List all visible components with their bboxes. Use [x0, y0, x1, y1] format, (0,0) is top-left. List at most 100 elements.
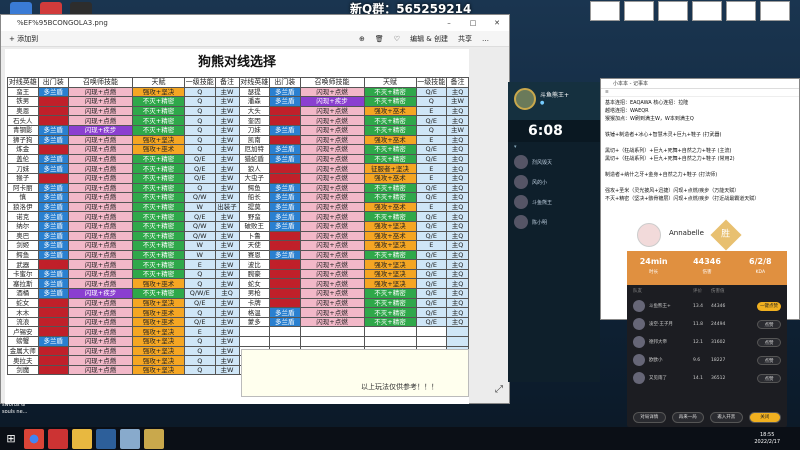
table-cell: 多兰剑: [269, 115, 301, 126]
edit-create-button[interactable]: 编辑 & 创建: [410, 31, 448, 46]
table-cell: 多兰盾: [269, 201, 301, 213]
friend-item[interactable]: 风的小: [508, 172, 600, 192]
close-icon[interactable]: ✕: [485, 15, 509, 31]
minimize-icon[interactable]: –: [437, 15, 461, 31]
delete-icon[interactable]: 🗑: [375, 31, 384, 46]
table-row: 盖伦 多兰盾 闪现+点燃 不灭+精密 Q/E 主W 猎蛇盾 多兰盾 闪现+点燃 不灭+精密 Q/E 主…: [7, 153, 469, 165]
notepad-line: 越塔连招：WAEQR: [605, 108, 649, 114]
maximize-icon[interactable]: □: [461, 15, 485, 31]
table-cell: 主W: [214, 307, 240, 318]
table-cell: 闪现+点燃: [68, 144, 133, 155]
table-cell: 强攻+坚决: [132, 345, 185, 357]
table-cell: 闪现+点燃: [299, 86, 365, 98]
table-cell: 闪现+点燃: [299, 134, 365, 146]
windows-start-icon[interactable]: ⊞: [0, 427, 22, 450]
notepad-body[interactable]: 基本连招：EAQAWA 核心连招：拉隆 越塔连招：WAEQR 猴猴加点：W刷到满主W…: [601, 97, 799, 205]
matchup-table: 对线英雄 出门装 召唤师技能 天赋 一级技能 备注 对线英雄 出门装 召唤师技能…: [7, 77, 469, 376]
friend-item[interactable]: 烈风毁灭: [508, 152, 600, 172]
table-cell: 闪现+点燃: [68, 297, 133, 309]
like-button[interactable]: 一键点赞: [757, 301, 781, 311]
header-cell: 天赋: [363, 77, 417, 88]
zoom-icon[interactable]: ⊕: [359, 31, 365, 46]
table-cell: 不灭+精密: [363, 124, 417, 136]
avatar: [633, 354, 645, 366]
table-cell: 不灭+精密: [132, 192, 185, 203]
table-cell: W: [184, 240, 216, 251]
table-cell: 流浪: [7, 316, 39, 328]
game-icon[interactable]: [144, 428, 164, 449]
table-cell: 不灭+精密: [132, 268, 185, 280]
system-clock[interactable]: 18:55 2022/2/17: [754, 432, 800, 446]
app-icon[interactable]: [48, 428, 68, 449]
table-cell: W: [184, 249, 216, 261]
table-cell: 强攻+巫术: [132, 316, 185, 328]
table-cell: 多兰盾: [269, 192, 301, 203]
table-cell: Q/E: [415, 220, 447, 232]
add-to-button[interactable]: + 添加到: [9, 31, 38, 46]
table-cell: 闪现+点燃: [68, 96, 133, 107]
table-cell: 慎: [7, 192, 39, 203]
table-cell: Q: [184, 355, 216, 366]
table-cell: Q/E: [415, 307, 447, 318]
table-cell: 不灭+精密: [132, 249, 185, 261]
table-cell: 鳄鱼: [7, 249, 39, 261]
table-cell: 石头人: [7, 115, 39, 126]
table-cell: 木木: [7, 307, 39, 318]
chrome-icon[interactable]: [24, 428, 44, 449]
table-cell: 强攻+巫术: [363, 230, 417, 242]
avatar[interactable]: [514, 88, 536, 110]
friend-item[interactable]: 陈小明: [508, 212, 600, 232]
table-cell: Q/E: [415, 153, 447, 165]
table-cell: 主W: [214, 297, 240, 309]
table-cell: 闪现+点燃: [68, 182, 133, 194]
table-cell: 多兰盾: [37, 134, 69, 146]
table-body: 蛮王 多兰盾 闪现+点燃 强攻+坚决 Q 主W 瑟提 多兰盾 闪现+点燃 不灭+精密 Q/E 主Q 铁男…: [7, 86, 469, 376]
notepad-menu[interactable]: ≡: [601, 89, 799, 97]
close-button[interactable]: 关闭: [748, 412, 781, 423]
table-cell: 腕豪: [238, 268, 270, 280]
table-cell: 主W: [446, 124, 469, 136]
table-cell: 多兰剑: [37, 96, 69, 107]
expand-icon[interactable]: ⤢: [495, 384, 503, 395]
like-button[interactable]: 点赞: [757, 373, 781, 383]
table-cell: Q: [184, 134, 216, 146]
table-cell: 多兰盾: [37, 220, 69, 232]
table-cell: Q/E: [415, 192, 447, 203]
table-cell: 野蛮: [238, 211, 270, 222]
more-icon[interactable]: …: [482, 31, 489, 46]
friends-section: ▾: [514, 144, 517, 150]
like-button[interactable]: 点赞: [757, 337, 781, 347]
table-cell: 蛇女: [238, 278, 270, 290]
table-cell: W: [184, 201, 216, 213]
favorite-icon[interactable]: ♡: [394, 31, 400, 46]
notepad-icon[interactable]: [120, 428, 140, 449]
friend-item[interactable]: 斗鱼熊王: [508, 192, 600, 212]
header-cell: 召唤师技能: [68, 77, 133, 88]
table-cell: [269, 336, 301, 347]
table-cell: 男枪: [238, 288, 270, 299]
table-cell: E: [184, 259, 216, 270]
player-name: 凌空·王子月: [649, 322, 673, 327]
invite-button[interactable]: 邀入开黑: [710, 412, 743, 423]
table-cell: E: [415, 172, 447, 184]
table-cell: 不灭+精密: [132, 240, 185, 251]
table-cell: Q/E: [184, 172, 216, 184]
like-button[interactable]: 点赞: [757, 355, 781, 365]
avatar: [633, 372, 645, 384]
game-client-panel: 斗鱼熊王+ ● 6:08 ▾ 烈风毁灭 风的小 斗鱼熊王 陈小明: [508, 82, 600, 382]
table-cell: 闪现+点燃: [68, 86, 133, 98]
table-cell: 蛮王: [7, 86, 39, 98]
share-button[interactable]: 共享: [458, 31, 472, 46]
like-button[interactable]: 点赞: [757, 319, 781, 329]
play-again-button[interactable]: 再来一局: [671, 412, 704, 423]
match-detail-button[interactable]: 对局详情: [633, 412, 666, 423]
table-row: 木木 多兰戒 闪现+点燃 强攻+巫术 Q 主W 格温 多兰盾 闪现+点燃 不灭+精密 Q/E 主Q: [7, 307, 469, 318]
table-cell: 主W: [214, 192, 240, 203]
table-cell: 武器: [7, 259, 39, 270]
folder-icon[interactable]: [72, 428, 92, 449]
photos-icon[interactable]: [96, 428, 116, 449]
table-cell: 多兰盾: [37, 163, 69, 174]
table-cell: 主Q: [446, 201, 469, 213]
table-cell: Q/E: [184, 153, 216, 165]
table-cell: 闪现+点燃: [68, 278, 133, 290]
